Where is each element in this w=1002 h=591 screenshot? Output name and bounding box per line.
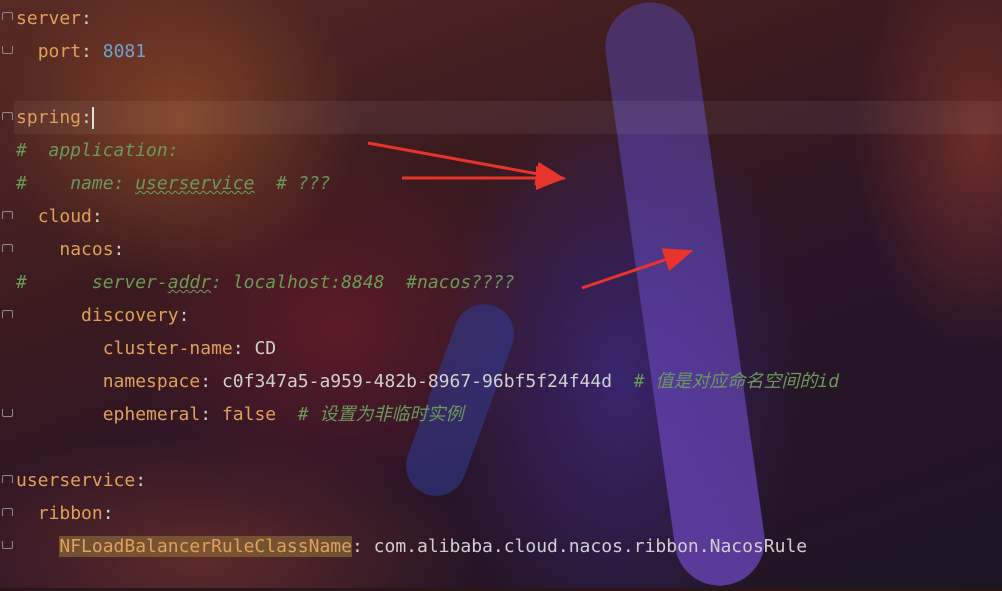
red-arrow	[367, 141, 566, 186]
annotation-arrows	[367, 141, 694, 290]
red-arrow	[581, 248, 694, 290]
